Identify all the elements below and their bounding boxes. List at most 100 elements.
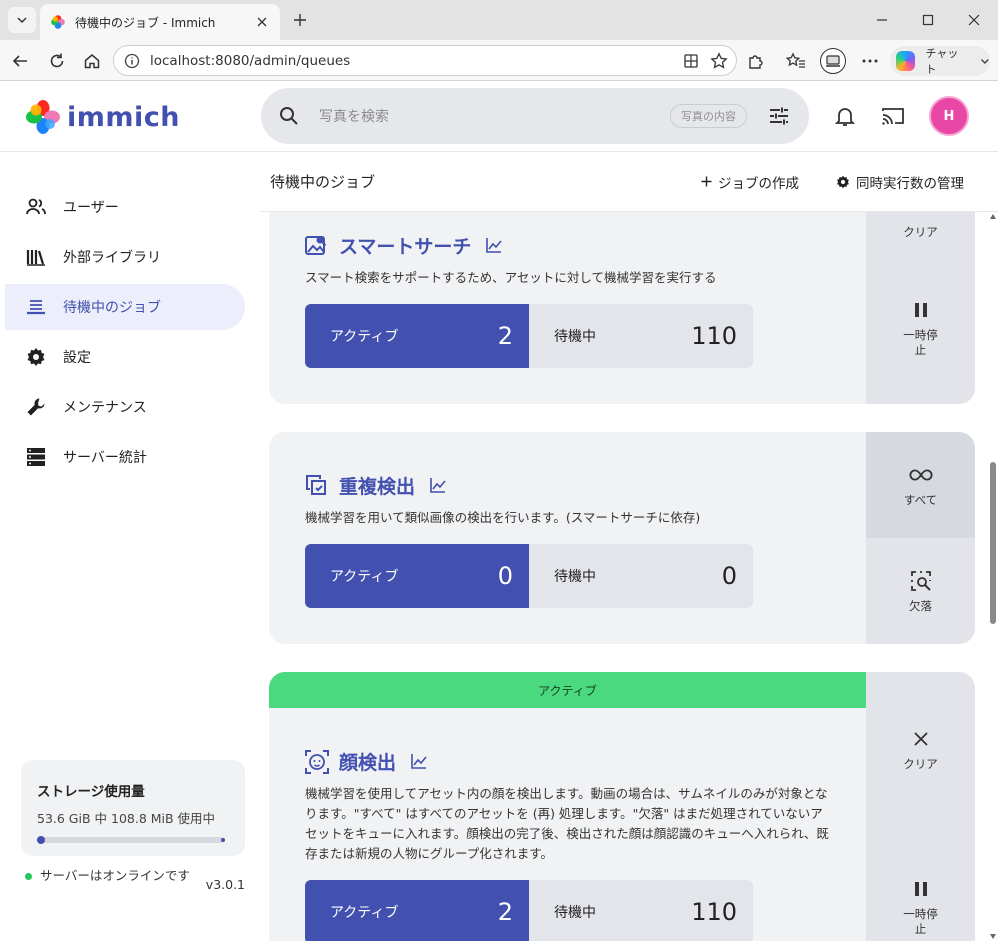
job-description: 機械学習を使用してアセット内の顔を検出します。動画の場合は、サムネイルのみが対象… (305, 786, 829, 861)
storage-usage-text: 53.6 GiB 中 108.8 MiB 使用中 (37, 811, 216, 826)
infinity-icon (909, 463, 933, 487)
sidebar-item-queues[interactable]: 待機中のジョブ (5, 284, 245, 330)
search-input[interactable]: 写真を検索 (319, 106, 670, 126)
duplicate-icon (305, 474, 329, 498)
job-actions: すべて 欠落 (866, 432, 975, 644)
plus-icon (294, 14, 306, 26)
pause-label: 一時停止 (903, 328, 938, 357)
browser-tab-bar: 待機中のジョブ - Immich (0, 0, 998, 40)
pause-button[interactable]: 一時停止 (866, 252, 975, 404)
tab-close-icon[interactable] (254, 14, 270, 30)
notifications-button[interactable] (833, 104, 857, 128)
job-actions: クリア 一時停止 (866, 672, 975, 941)
job-title: スマートサーチ (305, 232, 505, 259)
queue-icon (25, 296, 47, 318)
sidebar-item-label: 待機中のジョブ (63, 300, 161, 316)
run-all-button[interactable]: すべて (866, 432, 975, 538)
back-button[interactable] (8, 49, 32, 73)
job-body: 重複検出 機械学習を用いて類似画像の検出を行います。(スマートサーチに依存) ア… (269, 432, 866, 644)
pause-icon (909, 877, 933, 901)
run-all-label: すべて (903, 492, 938, 507)
info-icon[interactable] (124, 53, 140, 69)
main-scrollbar[interactable] (988, 212, 998, 941)
sidebar-item-maintenance[interactable]: メンテナンス (5, 384, 245, 430)
search-options-icon[interactable] (767, 104, 791, 128)
waiting-counter: 待機中 110 (529, 304, 753, 368)
waiting-counter: 待機中 0 (529, 544, 753, 608)
run-missing-label: 欠落 (909, 598, 932, 613)
manage-concurrency-button[interactable]: 同時実行数の管理 (836, 172, 964, 192)
scroll-thumb[interactable] (990, 462, 996, 624)
reload-button[interactable] (45, 49, 69, 73)
create-job-label: ジョブの作成 (718, 175, 799, 192)
active-label: アクティブ (330, 905, 399, 921)
job-title: 重複検出 (305, 472, 449, 499)
search-type-chip[interactable]: 写真の内容 (670, 104, 747, 128)
cast-button[interactable] (881, 104, 905, 128)
chevron-down-icon (17, 17, 27, 24)
sidebar-item-external-library[interactable]: 外部ライブラリ (5, 234, 245, 280)
home-icon (84, 54, 100, 69)
maximize-button[interactable] (916, 8, 940, 32)
minimize-icon (877, 19, 887, 21)
logo-text: immich (67, 101, 181, 133)
user-avatar[interactable]: H (929, 96, 969, 136)
more-menu-button[interactable] (858, 49, 882, 73)
active-label: アクティブ (330, 329, 399, 345)
job-title-text: スマートサーチ (339, 236, 472, 258)
users-icon (25, 196, 47, 218)
url-field[interactable]: localhost:8080/admin/queues (113, 45, 737, 76)
gear-icon (25, 346, 47, 368)
minimize-button[interactable] (870, 8, 894, 32)
waiting-label: 待機中 (554, 905, 596, 921)
job-counter: アクティブ 2 待機中 110 (305, 880, 753, 941)
storage-progress-end (221, 838, 225, 842)
chart-icon[interactable] (429, 476, 449, 496)
browser-tab[interactable]: 待機中のジョブ - Immich (40, 4, 280, 40)
copilot-chat-button[interactable]: チャット (890, 46, 990, 76)
sidebar-item-settings[interactable]: 設定 (5, 334, 245, 380)
server-status: サーバーはオンラインです v3.0.1 (25, 866, 245, 892)
favorites-button[interactable] (784, 49, 808, 73)
job-counter: アクティブ 0 待機中 0 (305, 544, 753, 608)
active-label: アクティブ (330, 569, 399, 585)
server-icon (25, 446, 47, 468)
profile-avatar-icon[interactable] (820, 48, 846, 74)
active-counter: アクティブ 2 (305, 304, 529, 368)
manage-concurrency-label: 同時実行数の管理 (856, 175, 964, 192)
url-text[interactable]: localhost:8080/admin/queues (150, 53, 680, 69)
favorite-star-icon[interactable] (708, 50, 730, 72)
pause-button[interactable]: 一時停止 (866, 827, 975, 941)
tab-title: 待機中のジョブ - Immich (75, 15, 216, 30)
immich-logo[interactable]: immich (25, 99, 180, 135)
chart-icon[interactable] (485, 236, 505, 256)
new-tab-button[interactable] (290, 10, 310, 30)
server-status-text: サーバーはオンラインです (40, 868, 190, 883)
favorites-list-icon (786, 52, 805, 68)
tab-list-button[interactable] (8, 7, 36, 33)
extensions-button[interactable] (744, 49, 768, 73)
active-counter: アクティブ 0 (305, 544, 529, 608)
create-job-button[interactable]: ジョブの作成 (701, 172, 799, 192)
run-missing-button[interactable]: 欠落 (866, 538, 975, 644)
sidebar-item-users[interactable]: ユーザー (5, 184, 245, 230)
sidebar-item-label: ユーザー (63, 200, 119, 216)
sidebar-item-server-stats[interactable]: サーバー統計 (5, 434, 245, 480)
clear-button[interactable]: クリア (866, 672, 975, 827)
chart-icon[interactable] (410, 752, 430, 772)
app-available-icon[interactable] (680, 50, 702, 72)
job-title-text: 顔検出 (339, 752, 397, 774)
search-icon[interactable] (279, 106, 299, 126)
app-header: immich 写真を検索 写真の内容 H (0, 81, 998, 152)
close-window-button[interactable] (962, 8, 986, 32)
search-bar[interactable]: 写真を検索 写真の内容 (261, 88, 809, 144)
image-search-icon (305, 234, 329, 258)
job-description: 機械学習を用いて類似画像の検出を行います。(スマートサーチに依存) (305, 510, 701, 525)
server-version[interactable]: v3.0.1 (206, 877, 245, 892)
waiting-count: 0 (721, 562, 737, 590)
library-icon (25, 246, 47, 268)
home-button[interactable] (80, 49, 104, 73)
active-count: 0 (497, 562, 513, 590)
storage-title: ストレージ使用量 (37, 784, 145, 800)
job-title: 顔検出 (305, 748, 430, 775)
